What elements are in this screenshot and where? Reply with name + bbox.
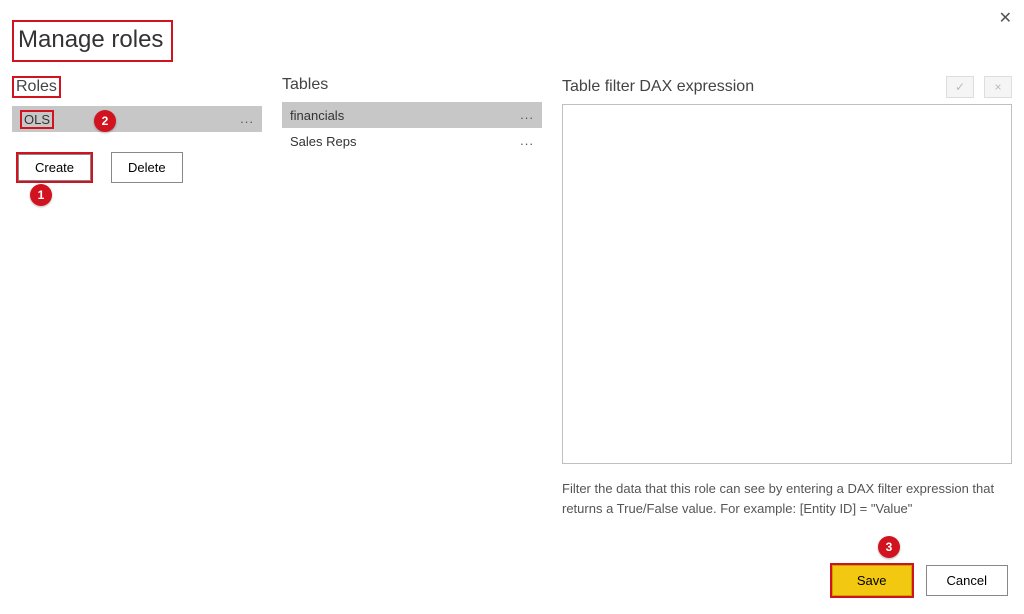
annotation-badge-2: 2 xyxy=(94,110,116,132)
table-item-financials[interactable]: financials ... xyxy=(282,102,542,128)
table-item-label: financials xyxy=(290,108,344,123)
roles-column: Roles OLS ... Create Delete xyxy=(12,76,262,518)
role-item-label: OLS xyxy=(20,110,54,129)
confirm-button[interactable]: ✓ xyxy=(946,76,974,98)
expression-header: Table filter DAX expression xyxy=(562,78,754,96)
columns-container: Roles OLS ... Create Delete Tables finan… xyxy=(12,76,1012,518)
roles-header-wrap: Roles xyxy=(12,76,262,98)
more-icon[interactable]: ... xyxy=(520,138,534,144)
annotation-badge-3: 3 xyxy=(878,536,900,558)
delete-button[interactable]: Delete xyxy=(111,152,183,183)
save-button-wrap: Save xyxy=(830,563,914,598)
expression-header-row: Table filter DAX expression ✓ × xyxy=(562,76,1012,98)
roles-header: Roles xyxy=(12,76,61,98)
table-item-salesreps[interactable]: Sales Reps ... xyxy=(282,128,542,154)
more-icon[interactable]: ... xyxy=(240,116,254,122)
more-icon[interactable]: ... xyxy=(520,112,534,118)
roles-buttons: Create Delete xyxy=(16,152,262,183)
revert-button[interactable]: × xyxy=(984,76,1012,98)
roles-list: OLS ... xyxy=(12,106,262,132)
table-item-label: Sales Reps xyxy=(290,134,356,149)
tables-column: Tables financials ... Sales Reps ... xyxy=(282,76,542,518)
dialog-title: Manage roles xyxy=(12,20,173,62)
annotation-badge-1: 1 xyxy=(30,184,52,206)
save-button[interactable]: Save xyxy=(832,565,912,596)
check-icon: ✓ xyxy=(955,80,965,94)
tables-header: Tables xyxy=(282,76,542,94)
cancel-button[interactable]: Cancel xyxy=(926,565,1008,596)
expression-toolbar: ✓ × xyxy=(946,76,1012,98)
tables-list: financials ... Sales Reps ... xyxy=(282,102,542,154)
create-button[interactable]: Create xyxy=(18,154,91,181)
create-button-wrap: Create xyxy=(16,152,93,183)
expression-hint: Filter the data that this role can see b… xyxy=(562,479,1012,518)
expression-column: Table filter DAX expression ✓ × Filter t… xyxy=(562,76,1012,518)
role-item-ols[interactable]: OLS ... xyxy=(12,106,262,132)
close-icon[interactable]: ✕ xyxy=(999,8,1012,28)
dialog-footer: Save Cancel xyxy=(830,563,1008,598)
x-icon: × xyxy=(994,80,1001,94)
dax-expression-input[interactable] xyxy=(562,104,1012,464)
